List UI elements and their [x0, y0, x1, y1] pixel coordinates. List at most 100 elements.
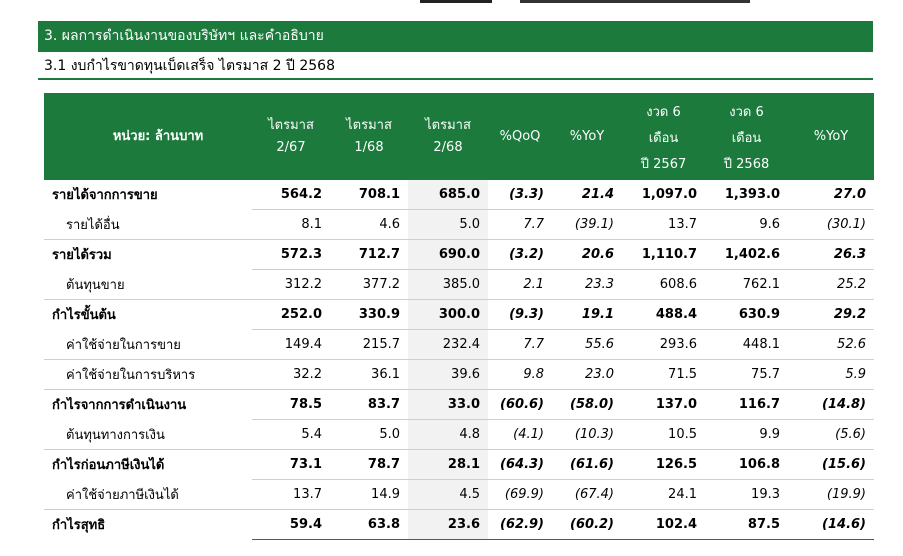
row-value-cell: 78.5 — [252, 389, 330, 420]
top-image-fragment — [420, 0, 492, 3]
col-header-line: %YoY — [813, 128, 849, 144]
row-value-cell: 762.1 — [705, 269, 788, 300]
row-value-cell: 39.6 — [408, 359, 488, 390]
row-value-cell: (14.8) — [788, 389, 874, 420]
row-value-cell: 1,393.0 — [705, 180, 788, 210]
row-value-cell: 13.7 — [252, 479, 330, 510]
row-value-cell: (67.4) — [552, 479, 622, 510]
row-value-cell: (62.9) — [488, 509, 552, 540]
row-value-cell: 75.7 — [705, 359, 788, 390]
section-title: 3. ผลการดำเนินงานของบริษัทฯ และคำอธิบาย — [38, 21, 873, 52]
row-value-cell: 377.2 — [330, 269, 408, 300]
col-header-6m-68: งวด 6 เดือน ปี 2568 — [705, 93, 788, 180]
row-value-cell: 21.4 — [552, 180, 622, 210]
row-value-cell: 7.7 — [488, 209, 552, 240]
row-value-cell: 26.3 — [788, 239, 874, 270]
row-value-cell: 5.4 — [252, 419, 330, 450]
col-header-line: 2/67 — [276, 139, 306, 155]
table-row: กำไรขั้นต้น 252.0 330.9 300.0 (9.3) 19.1 488.4… — [44, 299, 874, 330]
row-value-cell: 83.7 — [330, 389, 408, 420]
table-row: กำไรสุทธิ 59.4 63.8 23.6 (62.9) (60.2) 102.4 87… — [44, 509, 874, 540]
row-value-cell: 312.2 — [252, 269, 330, 300]
row-value-cell: (39.1) — [552, 209, 622, 240]
col-header-line: %QoQ — [499, 128, 541, 144]
table-row: รายได้รวม 572.3 712.7 690.0 (3.2) 20.6 1,110.7… — [44, 239, 874, 270]
col-header-q1-68: ไตรมาส 1/68 — [330, 93, 408, 180]
row-value-cell: (4.1) — [488, 419, 552, 450]
row-value-cell: 25.2 — [788, 269, 874, 300]
row-value-cell: 232.4 — [408, 329, 488, 360]
col-header-q2-67: ไตรมาส 2/67 — [252, 93, 330, 180]
row-value-cell: 126.5 — [622, 449, 705, 480]
row-value-cell: 685.0 — [408, 180, 488, 210]
row-value-cell: (60.2) — [552, 509, 622, 540]
row-value-cell: 28.1 — [408, 449, 488, 480]
row-value-cell: 14.9 — [330, 479, 408, 510]
col-header-line: งวด 6 — [729, 105, 764, 120]
row-value-cell: 106.8 — [705, 449, 788, 480]
row-value-cell: (61.6) — [552, 449, 622, 480]
row-value-cell: 149.4 — [252, 329, 330, 360]
col-header-line: งวด 6 — [646, 105, 681, 120]
row-value-cell: (3.2) — [488, 239, 552, 270]
row-value-cell: 52.6 — [788, 329, 874, 360]
row-value-cell: 488.4 — [622, 299, 705, 330]
row-value-cell: 252.0 — [252, 299, 330, 330]
row-value-cell: 564.2 — [252, 180, 330, 210]
table-row: กำไรจากการดำเนินงาน 78.5 83.7 33.0 (60.6) (58… — [44, 389, 874, 420]
row-value-cell: 4.6 — [330, 209, 408, 240]
col-header-yoy: %YoY — [552, 93, 622, 180]
top-image-fragment — [520, 0, 750, 3]
row-value-cell: 73.1 — [252, 449, 330, 480]
row-value-cell: 1,110.7 — [622, 239, 705, 270]
section-subtitle: 3.1 งบกำไรขาดทุนเบ็ดเสร็จ ไตรมาส 2 ปี 25… — [38, 56, 873, 80]
row-value-cell: 5.0 — [408, 209, 488, 240]
row-value-cell: 36.1 — [330, 359, 408, 390]
row-value-cell: 13.7 — [622, 209, 705, 240]
row-value-cell: 32.2 — [252, 359, 330, 390]
col-header-line: ไตรมาส — [268, 117, 314, 133]
row-value-cell: 9.6 — [705, 209, 788, 240]
table-row: รายได้อื่น 8.1 4.6 5.0 7.7 (39.1) 13.7 9.6 (30.1… — [44, 209, 874, 240]
row-value-cell: 23.0 — [552, 359, 622, 390]
row-value-cell: (10.3) — [552, 419, 622, 450]
table-row: ค่าใช้จ่ายภาษีเงินได้ 13.7 14.9 4.5 (69.9) (6… — [44, 479, 874, 510]
top-image-edge — [0, 0, 903, 3]
row-value-cell: 8.1 — [252, 209, 330, 240]
row-value-cell: (69.9) — [488, 479, 552, 510]
row-value-cell: 29.2 — [788, 299, 874, 330]
table-row: กำไรก่อนภาษีเงินได้ 73.1 78.7 28.1 (64.3) (61… — [44, 449, 874, 480]
income-statement-table: หน่วย: ล้านบาท ไตรมาส 2/67 ไตรมาส 1/68 ไ… — [44, 93, 874, 540]
col-header-line: ไตรมาส — [346, 117, 392, 133]
row-value-cell: 385.0 — [408, 269, 488, 300]
row-value-cell: (58.0) — [552, 389, 622, 420]
row-value-cell: (19.9) — [788, 479, 874, 510]
row-value-cell: 71.5 — [622, 359, 705, 390]
row-value-cell: 215.7 — [330, 329, 408, 360]
col-header-q2-68: ไตรมาส 2/68 — [408, 93, 488, 180]
row-value-cell: (9.3) — [488, 299, 552, 330]
row-value-cell: 708.1 — [330, 180, 408, 210]
table-row: รายได้จากการขาย 564.2 708.1 685.0 (3.3) 21.4 1… — [44, 180, 874, 210]
col-header-line: ปี 2567 — [640, 157, 687, 172]
row-value-cell: 448.1 — [705, 329, 788, 360]
col-header-line: เดือน — [648, 131, 679, 146]
row-value-cell: 59.4 — [252, 509, 330, 540]
table-row: ค่าใช้จ่ายในการขาย 149.4 215.7 232.4 7.7 55.6… — [44, 329, 874, 360]
row-label: ต้นทุนทางการเงิน — [44, 419, 252, 450]
row-value-cell: 55.6 — [552, 329, 622, 360]
table-header-row: หน่วย: ล้านบาท ไตรมาส 2/67 ไตรมาส 1/68 ไ… — [44, 93, 874, 180]
col-header-line: 2/68 — [433, 139, 463, 155]
row-value-cell: 87.5 — [705, 509, 788, 540]
row-value-cell: 19.3 — [705, 479, 788, 510]
row-label: กำไรก่อนภาษีเงินได้ — [44, 449, 252, 480]
row-value-cell: (64.3) — [488, 449, 552, 480]
row-value-cell: 712.7 — [330, 239, 408, 270]
row-value-cell: 5.9 — [788, 359, 874, 390]
row-value-cell: 4.5 — [408, 479, 488, 510]
row-value-cell: 23.3 — [552, 269, 622, 300]
row-value-cell: 19.1 — [552, 299, 622, 330]
row-value-cell: (14.6) — [788, 509, 874, 540]
row-value-cell: 78.7 — [330, 449, 408, 480]
col-header-qoq: %QoQ — [488, 93, 552, 180]
